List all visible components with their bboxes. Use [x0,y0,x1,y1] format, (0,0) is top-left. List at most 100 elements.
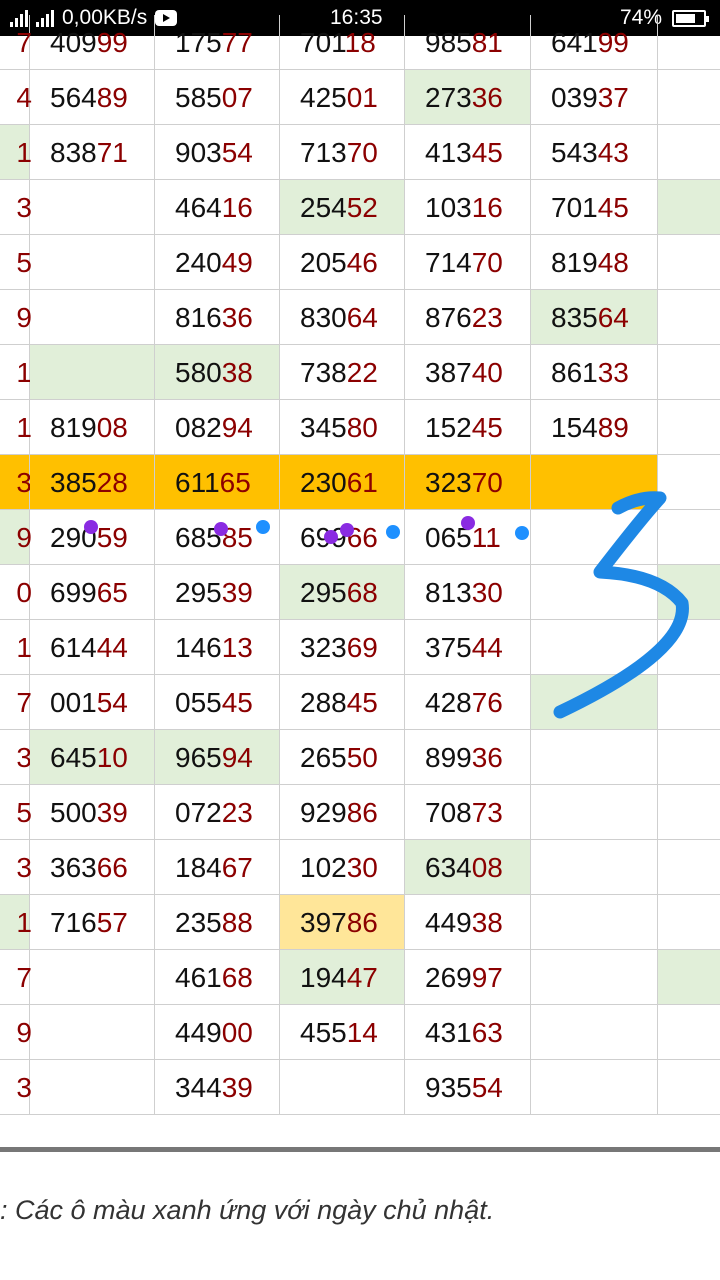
table-cell-c5 [531,620,658,675]
table-cell-c0: 3 [0,1060,32,1115]
table-cell-c3: 29568 [280,565,405,620]
annotation-dot [515,526,529,540]
cell-value: 23061 [300,467,378,498]
cell-value: 68585 [175,522,253,553]
table-cell-c0: 9 [0,510,32,565]
cell-value: 69966 [300,522,378,553]
table-cell-c6 [658,1060,720,1115]
table-cell-c0: 1 [0,400,32,455]
table-cell-c6 [658,1005,720,1060]
cell-value: 42876 [425,687,503,718]
table-cell-c1: 29059 [30,510,155,565]
table-cell-c5: 15489 [531,400,658,455]
cell-value: 50039 [50,797,128,828]
table-cell-c4: 37544 [405,620,531,675]
table-cell-c6 [658,290,720,345]
table-cell-c1 [30,950,155,1005]
table-note: : Các ô màu xanh ứng với ngày chủ nhật. [0,1195,495,1225]
table-cell-c3: 92986 [280,785,405,840]
table-cell-c3 [280,1060,405,1115]
table-cell-c2: 46416 [155,180,280,235]
table-cell-c6 [658,70,720,125]
table-cell-c6 [658,510,720,565]
table-cell-c3: 28845 [280,675,405,730]
cell-value: 26550 [300,742,378,773]
cell-value: 64199 [551,27,629,58]
cell-value: 10316 [425,192,503,223]
cell-value: 81948 [551,247,629,278]
cell-value: 36366 [50,852,128,883]
cell-value: 26997 [425,962,503,993]
cell-value: 83064 [300,302,378,333]
cell-value: 32370 [425,467,503,498]
cell-value: 64510 [50,742,128,773]
table-cell-c0: 7 [0,950,32,1005]
cell-value: 56489 [50,82,128,113]
table-cell-c6 [658,455,720,510]
cell-value: 39786 [300,907,378,938]
table-cell-c5 [531,785,658,840]
table-cell-c4: 93554 [405,1060,531,1115]
table-row: 1 58038 73822 38740 86133 [0,345,720,400]
table-cell-c2: 14613 [155,620,280,675]
cell-value: 29539 [175,577,253,608]
table-cell-c1: 71657 [30,895,155,950]
cell-value: 46416 [175,192,253,223]
table-cell-c4: 89936 [405,730,531,785]
annotation-dot [214,522,228,536]
table-bottom-border [0,1147,720,1152]
table-cell-c5 [531,675,658,730]
table-cell-c1 [30,1005,155,1060]
cell-value: 83564 [551,302,629,333]
cell-value: 27336 [425,82,503,113]
table-cell-c2: 18467 [155,840,280,895]
table-cell-c4: 38740 [405,345,531,400]
table-cell-c5: 86133 [531,345,658,400]
table-cell-c6 [658,730,720,785]
cell-value: 44900 [175,1017,253,1048]
table-row: 7 00154 05545 28845 42876 [0,675,720,730]
table-cell-c4: 15245 [405,400,531,455]
table-cell-c4: 10316 [405,180,531,235]
table-row: 9 44900 45514 43163 [0,1005,720,1060]
cell-value: 40999 [50,27,128,58]
table-cell-c0: 0 [0,565,32,620]
table-cell-c6 [658,620,720,675]
table-cell-c1: 50039 [30,785,155,840]
annotation-dot [340,523,354,537]
cell-value: 44938 [425,907,503,938]
cell-value: 69965 [50,577,128,608]
cell-value: 34439 [175,1072,253,1103]
table-cell-c3: 69966 [280,510,405,565]
table-cell-c3: 73822 [280,345,405,400]
table-cell-c2: 58507 [155,70,280,125]
table-cell-c5 [531,895,658,950]
table-cell-c2: 81636 [155,290,280,345]
table-cell-c5 [531,455,658,510]
table-cell-c6 [658,180,720,235]
table-row: 7 46168 19447 26997 [0,950,720,1005]
table-cell-c5 [531,950,658,1005]
cell-value: 29059 [50,522,128,553]
table-row: 3 46416 25452 10316 70145 [0,180,720,235]
table-row: 9 81636 83064 87623 83564 [0,290,720,345]
table-cell-c2: 08294 [155,400,280,455]
cell-value: 05545 [175,687,253,718]
cell-value: 81636 [175,302,253,333]
table-cell-c5 [531,1005,658,1060]
table-cell-c2: 90354 [155,125,280,180]
table-cell-c5 [531,1060,658,1115]
table-cell-c4: 70873 [405,785,531,840]
cell-value: 08294 [175,412,253,443]
table-cell-c4: 42876 [405,675,531,730]
table-row: 929059685856996606511 [0,510,720,565]
table-cell-c5: 70145 [531,180,658,235]
table-cell-c0: 1 [0,125,32,180]
table-cell-c3: 42501 [280,70,405,125]
table-cell-c3: 26550 [280,730,405,785]
table-cell-c5: 54343 [531,125,658,180]
table-cell-c2: 05545 [155,675,280,730]
table-cell-c6 [658,565,720,620]
cell-value: 34580 [300,412,378,443]
table-cell-c2: 24049 [155,235,280,290]
